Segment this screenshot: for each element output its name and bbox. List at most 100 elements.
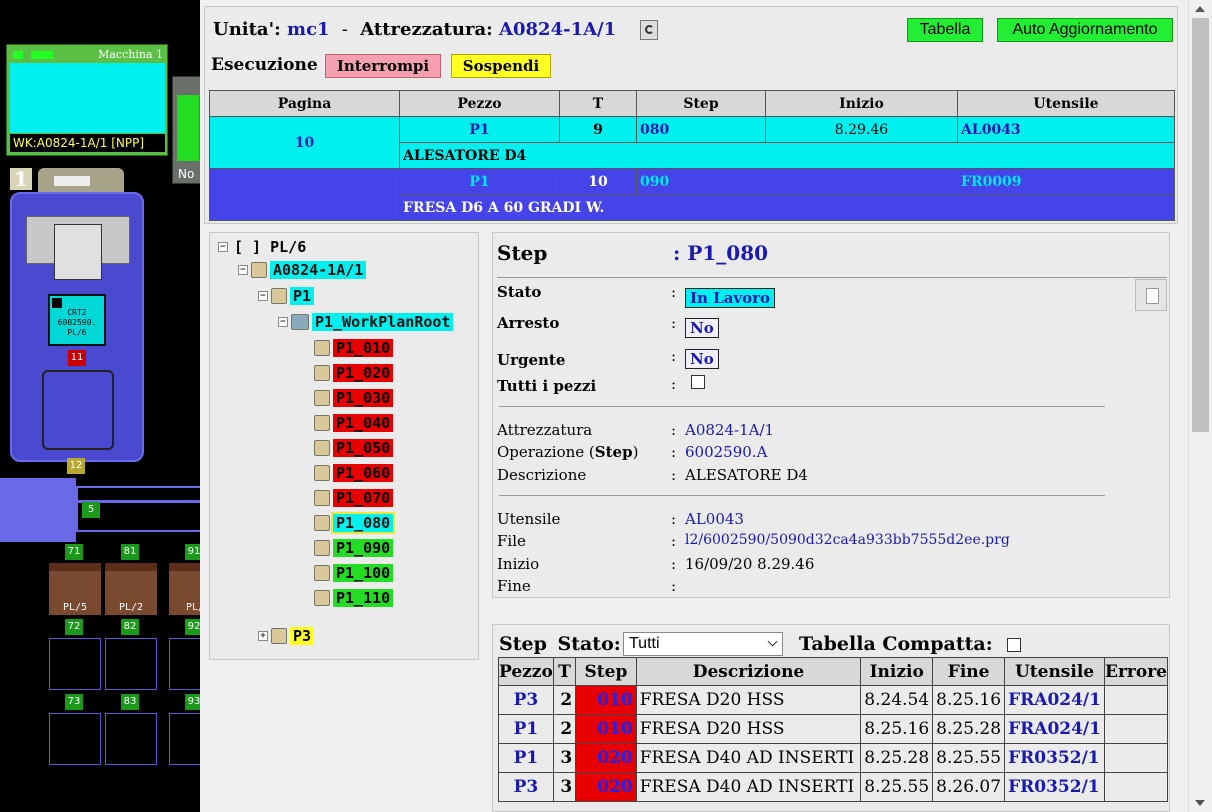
machine-number: 1 — [10, 168, 32, 190]
table-row[interactable]: P1 2 010 FRESA D20 HSS 8.25.16 8.25.28 F… — [498, 714, 1168, 744]
machine-2-box[interactable]: No — [172, 76, 200, 184]
collapse-icon[interactable]: − — [258, 290, 268, 301]
tree-node-step[interactable]: P1_050 — [314, 438, 394, 458]
tree-node-pallet[interactable]: −[ ] PL/6 — [218, 237, 309, 257]
utensile-link[interactable]: AL0043 — [685, 510, 744, 528]
pezzo-cell: P1 — [498, 714, 554, 744]
pallet-label: PL/2 — [118, 602, 144, 613]
empty-slot[interactable] — [105, 638, 157, 690]
label-inizio: Inizio — [497, 555, 540, 573]
tree-node-workplan[interactable]: − P1_WorkPlanRoot — [278, 312, 454, 332]
machine-name: Macchina 1 — [98, 48, 163, 61]
collapse-icon[interactable]: − — [278, 316, 288, 327]
scroll-thumb[interactable] — [1192, 18, 1209, 432]
step-cell: 010 — [575, 685, 637, 715]
operazione-value: 6002590.A — [685, 443, 768, 461]
part-icon — [271, 627, 287, 644]
tree-node-step[interactable]: P1_110 — [314, 588, 394, 608]
status-filter-select[interactable]: Tutti — [623, 632, 783, 656]
auto-refresh-button[interactable]: Auto Aggiornamento — [997, 18, 1173, 42]
table-row[interactable]: P3 3 020 FRESA D40 AD INSERTI 8.25.55 8.… — [498, 772, 1168, 802]
tree-node-fixture[interactable]: − A0824-1A/1 — [238, 260, 367, 280]
pallet-label: PL/ — [185, 602, 200, 613]
table-row[interactable]: P3 2 010 FRESA D20 HSS 8.24.54 8.25.16 F… — [498, 685, 1168, 715]
col-header: Utensile — [1004, 657, 1106, 686]
fixture-value: A0824-1A/1 — [499, 19, 617, 40]
fixture-label: Attrezzatura: — [360, 19, 493, 40]
machine-drawing[interactable]: CRT2 6002590. PL/6 11 — [10, 192, 144, 462]
col-header: Inizio — [765, 90, 958, 117]
pallet-slot[interactable]: PL/2 — [105, 563, 157, 615]
tree-node-step[interactable]: P1_080 — [314, 511, 396, 534]
label-urgente: Urgente — [497, 351, 566, 369]
vertical-scrollbar[interactable] — [1188, 0, 1212, 812]
table-button[interactable]: Tabella — [907, 18, 983, 42]
tree-node-step[interactable]: P1_090 — [314, 538, 394, 558]
table-row[interactable]: P1 10 090 FR0009 — [209, 168, 1175, 221]
tree-node-part[interactable]: − P1 — [258, 286, 315, 306]
label-stato: Stato — [497, 283, 542, 301]
expand-icon[interactable]: + — [258, 630, 268, 641]
interrupt-button[interactable]: Interrompi — [325, 54, 441, 78]
label-arresto: Arresto — [497, 314, 560, 332]
step-cell: 090 — [636, 168, 766, 195]
slot-number: 92 — [185, 619, 200, 635]
pallet-marker — [52, 298, 62, 308]
loading-station[interactable] — [0, 478, 76, 542]
execution-header: Unita': mc1 - Attrezzatura: A0824-1A/1 T… — [204, 6, 1178, 224]
tree-node-step[interactable]: P1_060 — [314, 463, 394, 483]
step-status-label: Step Stato: — [499, 633, 621, 655]
pezzo-cell: P1 — [399, 116, 560, 143]
empty-slot[interactable] — [105, 713, 157, 765]
pallet-slot[interactable]: PL/ — [169, 563, 200, 615]
colon: : — [671, 443, 677, 461]
pallet-slot[interactable]: PL/5 — [49, 563, 101, 615]
end-cell: 8.25.16 — [932, 685, 1006, 715]
tutti-checkbox[interactable] — [691, 375, 705, 389]
suspend-button[interactable]: Sospendi — [451, 54, 551, 78]
colon: : — [671, 555, 677, 573]
tree-node-step[interactable]: P1_070 — [314, 488, 394, 508]
empty-slot[interactable] — [49, 638, 101, 690]
tree-label: P1_010 — [333, 338, 394, 357]
tool-cell: FRA024/1 — [1004, 685, 1106, 715]
pallet-in-machine[interactable]: CRT2 6002590. PL/6 — [48, 294, 106, 346]
tree-node-step[interactable]: P1_040 — [314, 413, 394, 433]
colon: : — [671, 510, 677, 528]
tool-cell: FRA024/1 — [1004, 714, 1106, 744]
col-header: Descrizione — [635, 657, 862, 686]
empty-slot[interactable] — [169, 713, 200, 765]
table-row[interactable]: P1 3 020 FRESA D40 AD INSERTI 8.25.28 8.… — [498, 743, 1168, 773]
document-icon[interactable] — [1135, 279, 1167, 311]
current-steps-table: Pagina Pezzo T Step Inizio Utensile 10 P… — [209, 90, 1175, 221]
step-icon — [314, 514, 330, 531]
scroll-down-icon[interactable] — [1195, 800, 1205, 806]
machine-1-box[interactable]: Macchina 1 WK:A0824-1A/1 [NPP] — [6, 44, 168, 156]
refresh-icon[interactable] — [640, 20, 659, 40]
desc-cell: ALESATORE D4 — [399, 142, 1175, 169]
empty-slot[interactable] — [49, 713, 101, 765]
collapse-icon[interactable]: − — [218, 241, 228, 252]
file-link[interactable]: l2/6002590/5090d32ca4a933bb7555d2ee.prg — [685, 532, 1010, 548]
desc-cell: FRESA D20 HSS — [635, 685, 862, 715]
compact-checkbox[interactable] — [1007, 638, 1022, 652]
step-icon — [314, 564, 330, 581]
col-header: T — [552, 657, 577, 686]
tool-cell: FR0352/1 — [1004, 743, 1106, 773]
tree-node-step[interactable]: P1_100 — [314, 563, 394, 583]
tree-node-step[interactable]: P1_020 — [314, 363, 394, 383]
tree-node-part[interactable]: + P3 — [258, 626, 315, 646]
collapse-icon[interactable]: − — [238, 264, 248, 275]
start-cell: 8.25.55 — [860, 772, 934, 802]
pezzo-cell: P1 — [498, 743, 554, 773]
empty-slot[interactable] — [169, 638, 200, 690]
machine-head-icon — [54, 224, 102, 280]
page-cell: 10 — [209, 116, 400, 169]
step-cell: 080 — [636, 116, 766, 143]
table-row[interactable]: 10 P1 9 080 8.29.46 AL0043 — [209, 116, 1175, 169]
start-cell — [765, 168, 958, 195]
scroll-up-icon[interactable] — [1195, 6, 1205, 12]
tree-node-step[interactable]: P1_030 — [314, 388, 394, 408]
tree-node-step[interactable]: P1_010 — [314, 338, 394, 358]
compact-table-label: Tabella Compatta: — [799, 633, 1022, 655]
